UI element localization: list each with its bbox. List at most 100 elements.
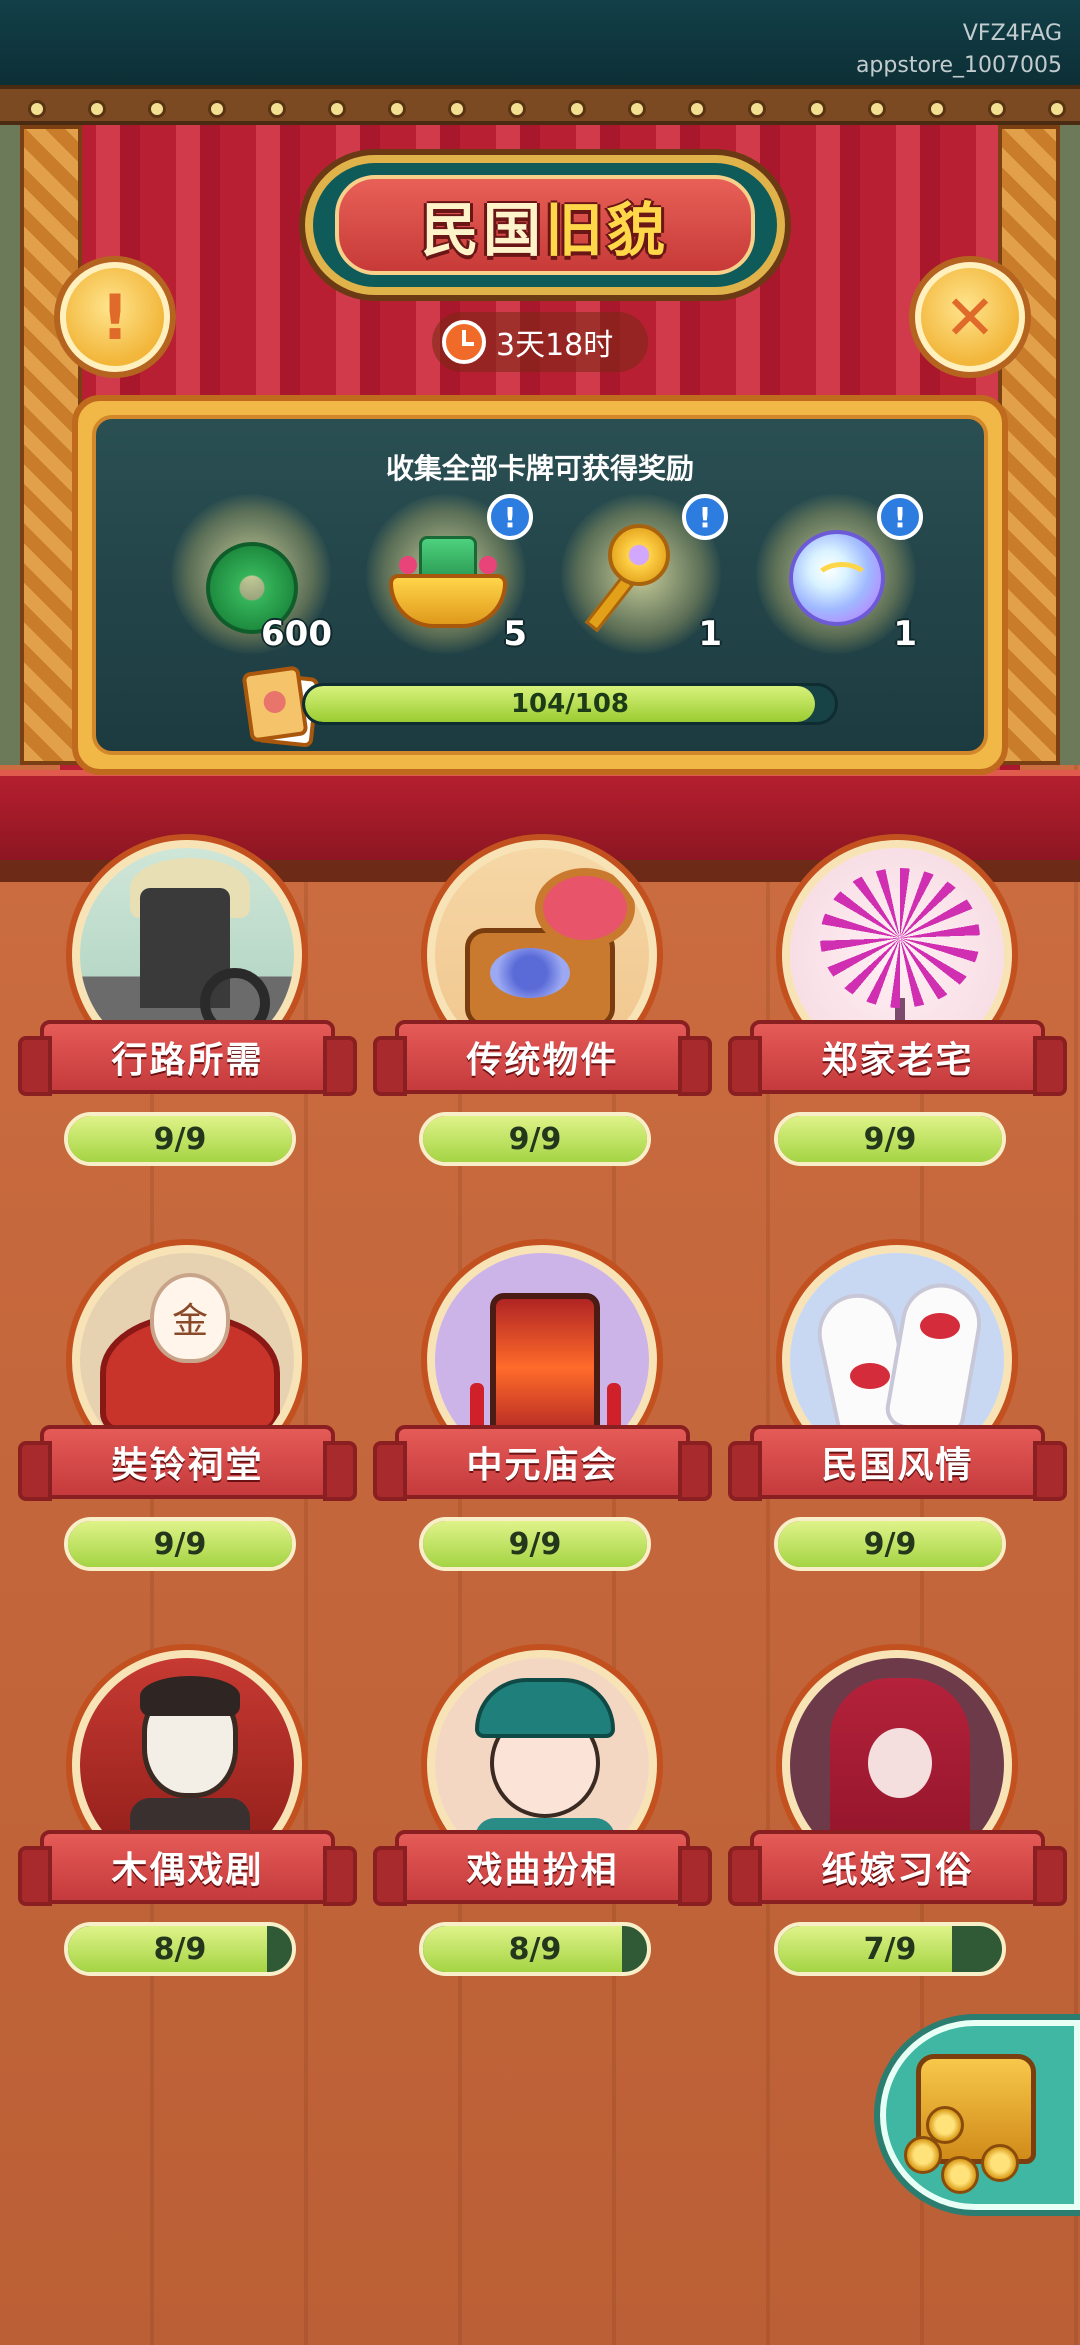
event-timer: 3天18时 [432,312,648,372]
bride-face [868,1728,932,1798]
lantern [490,1293,600,1443]
timer-text: 3天18时 [496,328,614,363]
info-button[interactable]: ! [60,262,170,372]
category-progress: 9/9 [64,1112,296,1166]
reward-panel: 收集全部卡牌可获得奖励 600 ! 5 ! 1 ! 1 104/108 [72,395,1008,775]
clock-icon [442,320,486,364]
category-name: 奘铃祠堂 [18,1425,357,1501]
close-button[interactable]: ✕ [915,262,1025,372]
light-bulb [208,100,226,118]
card-icon [241,665,309,743]
category-progress-text: 9/9 [153,1121,207,1157]
category-progress-text: 7/9 [863,1931,917,1967]
mirror-head [608,524,670,586]
reward-info-badge[interactable]: ! [877,494,923,540]
category-progress-text: 9/9 [863,1526,917,1562]
bow [850,1363,890,1389]
puppet-hair [140,1676,240,1716]
light-bulb [508,100,526,118]
reward-item-mirror[interactable]: ! 1 [546,494,736,664]
light-bulb [1048,100,1066,118]
category-card[interactable]: 纸嫁习俗 7/9 [728,1650,1067,2005]
event-title: 民国 旧貌 [335,175,755,275]
category-card[interactable]: 民国风情 9/9 [728,1245,1067,1600]
coin-icon [941,2156,979,2194]
category-card[interactable]: 金奘铃祠堂 9/9 [18,1245,357,1600]
category-card[interactable]: 戏曲扮相 8/9 [373,1650,712,2005]
category-progress-text: 8/9 [508,1931,562,1967]
golden-mirror-icon [584,524,674,634]
category-progress: 9/9 [774,1517,1006,1571]
category-name: 行路所需 [18,1020,357,1096]
category-progress-text: 9/9 [863,1121,917,1157]
close-icon: ✕ [944,280,996,354]
category-card[interactable]: 郑家老宅 9/9 [728,840,1067,1195]
light-bulb-row [0,85,1080,125]
reward-item-jade[interactable]: 600 [156,494,346,664]
reward-item-treasure[interactable]: ! 5 [351,494,541,664]
category-name: 戏曲扮相 [373,1830,712,1906]
reward-count: 1 [893,614,917,654]
spider-lily [820,868,980,1008]
category-progress: 9/9 [774,1112,1006,1166]
category-progress: 8/9 [64,1922,296,1976]
reward-panel-inner: 收集全部卡牌可获得奖励 600 ! 5 ! 1 ! 1 104/108 [92,415,988,755]
category-card[interactable]: 中元庙会 9/9 [373,1245,712,1600]
title-part-2: 旧貌 [545,196,670,264]
category-card[interactable]: 木偶戏剧 8/9 [18,1650,357,2005]
light-bulb [148,100,166,118]
light-bulb [268,100,286,118]
category-progress: 9/9 [419,1517,651,1571]
category-progress: 7/9 [774,1922,1006,1976]
exclamation-icon: ! [100,280,130,354]
reward-item-orb[interactable]: ! 1 [741,494,931,664]
title-part-1: 民国 [420,196,545,264]
bowl-body [389,574,507,628]
light-bulb [88,100,106,118]
light-bulb [568,100,586,118]
reward-info-badge[interactable]: ! [487,494,533,540]
box-lid [535,868,635,948]
light-bulb [28,100,46,118]
light-bulb [448,100,466,118]
category-progress: 9/9 [419,1112,651,1166]
coin-icon [981,2144,1019,2182]
magic-orb-icon [789,530,885,626]
category-progress-text: 9/9 [508,1121,562,1157]
coin-icon [926,2106,964,2144]
reward-count: 600 [261,614,332,654]
category-name: 郑家老宅 [728,1020,1067,1096]
light-bulb [628,100,646,118]
reward-count: 1 [698,614,722,654]
category-progress-text: 9/9 [153,1526,207,1562]
category-progress-text: 9/9 [508,1526,562,1562]
light-bulb [328,100,346,118]
category-card[interactable]: 行路所需 9/9 [18,840,357,1195]
category-grid: 行路所需 9/9 传统物件 9/9 郑家老宅 9/9 金奘铃祠堂 9/9 中元庙会 9/9 民国风情… [18,840,1067,1976]
reward-count: 5 [503,614,527,654]
category-name: 木偶戏剧 [18,1830,357,1906]
category-progress-text: 8/9 [153,1931,207,1967]
light-bulb [688,100,706,118]
reward-info-badge[interactable]: ! [682,494,728,540]
collection-progress-text: 104/108 [510,689,630,719]
glove [882,1277,988,1439]
light-bulb [808,100,826,118]
bowl-gem [479,556,497,574]
light-bulb [388,100,406,118]
opera-headdress [475,1678,615,1738]
category-name: 传统物件 [373,1020,712,1096]
watermark-line-2: appstore_1007005 [855,53,1062,78]
category-name: 纸嫁习俗 [728,1830,1067,1906]
bow [920,1313,960,1339]
category-card[interactable]: 传统物件 9/9 [373,840,712,1195]
treasure-chest-button[interactable] [880,2020,1080,2210]
shrine-egg: 金 [150,1273,230,1363]
watermark: VFZ4FAG appstore_1007005 [856,18,1062,82]
watermark-line-1: VFZ4FAG [962,21,1062,46]
treasure-bowl-icon [389,536,507,628]
light-bulb [928,100,946,118]
butterfly [490,948,570,998]
bowl-gem [399,556,417,574]
category-name: 民国风情 [728,1425,1067,1501]
